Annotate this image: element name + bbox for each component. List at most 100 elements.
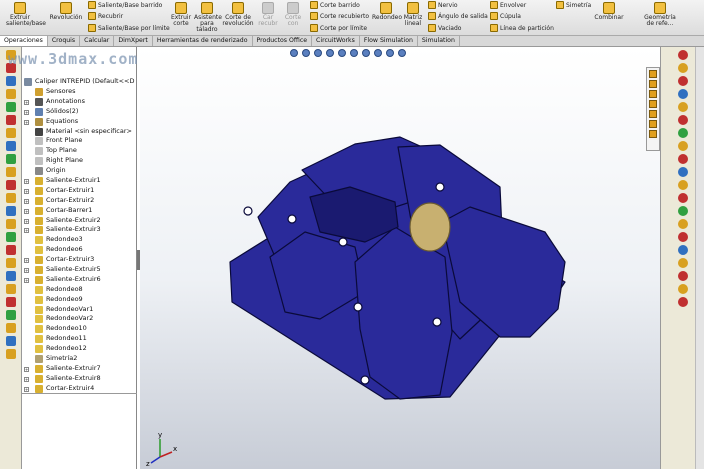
- sketch-tool-icon[interactable]: [5, 284, 16, 294]
- tree-item[interactable]: Material <sin especificar>: [24, 127, 137, 137]
- task-pane-icon[interactable]: [678, 63, 688, 73]
- swept-cut-button[interactable]: Corte barrido: [310, 1, 360, 9]
- tab-operaciones[interactable]: Operaciones: [0, 36, 48, 46]
- tree-item[interactable]: + Saliente-Extruir2: [24, 216, 137, 226]
- task-pane-icon[interactable]: [678, 76, 688, 86]
- tree-item[interactable]: + Saliente-Extruir1: [24, 176, 137, 186]
- expand-toggle-icon[interactable]: +: [24, 198, 29, 204]
- task-pane-icon[interactable]: [678, 167, 688, 177]
- expand-toggle-icon[interactable]: +: [24, 99, 29, 105]
- tree-item[interactable]: + Saliente-Extruir6: [24, 275, 137, 285]
- view-icon[interactable]: [649, 70, 657, 78]
- expand-toggle-icon[interactable]: +: [24, 119, 29, 125]
- draft-button[interactable]: Ángulo de salida: [428, 12, 488, 20]
- mount-hole[interactable]: [432, 317, 442, 327]
- tree-root[interactable]: Caliper INTREPID (Default<<D: [24, 77, 137, 87]
- tree-item[interactable]: + Sólidos(2): [24, 107, 137, 117]
- reference-geometry-button[interactable]: Geometría de refe...: [642, 2, 678, 27]
- task-pane-scrollbar[interactable]: [695, 47, 704, 469]
- shell-button[interactable]: Vaciado: [428, 24, 461, 32]
- boundary-cut-disabled-button[interactable]: Corte con: [282, 2, 304, 27]
- sketch-tool-icon[interactable]: [5, 245, 16, 255]
- tree-item[interactable]: Redondeo12: [24, 344, 137, 354]
- tree-item[interactable]: Simetría2: [24, 354, 137, 364]
- task-pane-icon[interactable]: [678, 219, 688, 229]
- mount-hole[interactable]: [435, 182, 445, 192]
- sketch-tool-icon[interactable]: [5, 76, 16, 86]
- sketch-tool-icon[interactable]: [5, 258, 16, 268]
- swept-boss-button[interactable]: Saliente/Base barrido: [88, 1, 162, 9]
- expand-toggle-icon[interactable]: +: [24, 268, 29, 274]
- sketch-tool-icon[interactable]: [5, 336, 16, 346]
- task-pane-icon[interactable]: [678, 102, 688, 112]
- view-icon[interactable]: [649, 130, 657, 138]
- sketch-tool-icon[interactable]: [5, 232, 16, 242]
- mount-hole[interactable]: [287, 214, 297, 224]
- sketch-tool-icon[interactable]: [5, 310, 16, 320]
- extrude-boss-button[interactable]: Extruir saliente/base: [6, 2, 46, 27]
- sketch-tool-icon[interactable]: [5, 115, 16, 125]
- mount-hole[interactable]: [353, 302, 363, 312]
- rib-button[interactable]: Nervio: [428, 1, 458, 9]
- mount-hole[interactable]: [243, 206, 253, 216]
- tab-flow-simulation[interactable]: Flow Simulation: [360, 36, 418, 46]
- tree-item[interactable]: + Equations: [24, 117, 137, 127]
- tree-item[interactable]: Redondeo9: [24, 295, 137, 305]
- tab-herramientas-de-renderizado[interactable]: Herramientas de renderizado: [153, 36, 253, 46]
- hole-wizard-button[interactable]: Asistente para taladro: [194, 2, 222, 33]
- task-pane-icon[interactable]: [678, 284, 688, 294]
- task-pane-icon[interactable]: [678, 297, 688, 307]
- lofted-cut-disabled-button[interactable]: Car recubr: [257, 2, 279, 27]
- task-pane-icon[interactable]: [678, 193, 688, 203]
- sketch-tool-icon[interactable]: [5, 297, 16, 307]
- expand-toggle-icon[interactable]: +: [24, 228, 29, 234]
- linear-pattern-button[interactable]: Matriz lineal: [402, 2, 424, 27]
- task-pane-icon[interactable]: [678, 258, 688, 268]
- task-pane-icon[interactable]: [678, 89, 688, 99]
- view-icon[interactable]: [649, 120, 657, 128]
- mount-hole[interactable]: [360, 375, 370, 385]
- tree-item[interactable]: Sensores: [24, 87, 137, 97]
- task-pane-icon[interactable]: [678, 115, 688, 125]
- expand-toggle-icon[interactable]: +: [24, 277, 29, 283]
- revolve-cut-button[interactable]: Corte de revolución: [222, 2, 254, 27]
- expand-toggle-icon[interactable]: +: [24, 109, 29, 115]
- sketch-tool-icon[interactable]: [5, 154, 16, 164]
- view-icon[interactable]: [649, 100, 657, 108]
- combine-button[interactable]: Combinar: [594, 2, 624, 21]
- wrap-button[interactable]: Envolver: [490, 1, 526, 9]
- tree-item[interactable]: + Saliente-Extruir7: [24, 364, 137, 374]
- graphics-area[interactable]: y x z: [140, 47, 660, 469]
- expand-toggle-icon[interactable]: +: [24, 366, 29, 372]
- tab-calcular[interactable]: Calcular: [80, 36, 115, 46]
- piston[interactable]: [409, 202, 451, 252]
- tree-item[interactable]: + Saliente-Extruir5: [24, 265, 137, 275]
- tree-item[interactable]: + Saliente-Extruir8: [24, 374, 137, 384]
- tree-item[interactable]: Redondeo11: [24, 334, 137, 344]
- tree-item[interactable]: + Saliente-Extruir3: [24, 225, 137, 235]
- tree-item[interactable]: RedondeoVar2: [24, 314, 137, 324]
- expand-toggle-icon[interactable]: +: [24, 218, 29, 224]
- task-pane-icon[interactable]: [678, 154, 688, 164]
- tab-simulation[interactable]: Simulation: [418, 36, 460, 46]
- view-icon[interactable]: [649, 90, 657, 98]
- sketch-tool-icon[interactable]: [5, 271, 16, 281]
- sketch-tool-icon[interactable]: [5, 323, 16, 333]
- view-icon[interactable]: [649, 110, 657, 118]
- mount-hole[interactable]: [338, 237, 348, 247]
- task-pane-icon[interactable]: [678, 245, 688, 255]
- boundary-boss-button[interactable]: Saliente/Base por límite: [88, 24, 170, 32]
- sketch-tool-icon[interactable]: [5, 102, 16, 112]
- task-pane-icon[interactable]: [678, 128, 688, 138]
- sketch-tool-icon[interactable]: [5, 193, 16, 203]
- sketch-tool-icon[interactable]: [5, 206, 16, 216]
- expand-toggle-icon[interactable]: +: [24, 179, 29, 185]
- tab-productos-office[interactable]: Productos Office: [253, 36, 313, 46]
- lofted-boss-button[interactable]: Recubrir: [88, 12, 123, 20]
- task-pane-icon[interactable]: [678, 50, 688, 60]
- expand-toggle-icon[interactable]: +: [24, 258, 29, 264]
- tab-dimxpert[interactable]: DimXpert: [114, 36, 153, 46]
- tree-item[interactable]: Redondeo3: [24, 235, 137, 245]
- expand-toggle-icon[interactable]: +: [24, 386, 29, 392]
- task-pane-icon[interactable]: [678, 232, 688, 242]
